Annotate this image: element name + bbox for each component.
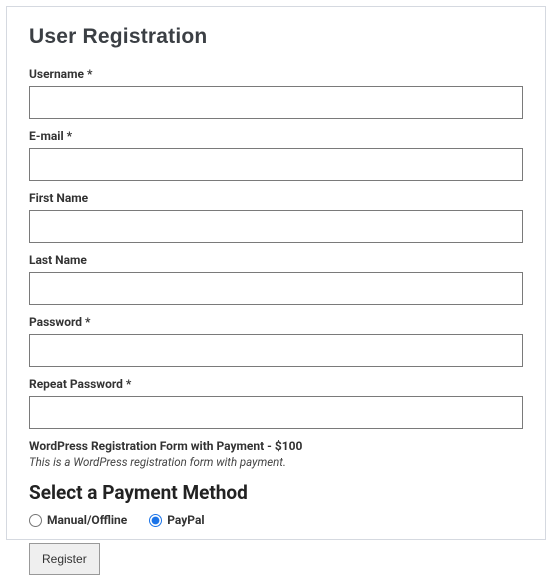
payment-radio-paypal[interactable] bbox=[149, 514, 162, 527]
password-label: Password * bbox=[29, 315, 523, 329]
register-button[interactable]: Register bbox=[29, 543, 100, 575]
email-input[interactable] bbox=[29, 148, 523, 181]
username-input[interactable] bbox=[29, 86, 523, 119]
payment-method-heading: Select a Payment Method bbox=[29, 481, 523, 504]
field-first-name: First Name bbox=[29, 191, 523, 243]
first-name-label: First Name bbox=[29, 191, 523, 205]
payment-description: This is a WordPress registration form wi… bbox=[29, 455, 523, 469]
field-email: E-mail * bbox=[29, 129, 523, 181]
field-repeat-password: Repeat Password * bbox=[29, 377, 523, 429]
payment-product-line: WordPress Registration Form with Payment… bbox=[29, 439, 523, 453]
last-name-label: Last Name bbox=[29, 253, 523, 267]
payment-method-options: Manual/Offline PayPal bbox=[29, 513, 523, 527]
field-last-name: Last Name bbox=[29, 253, 523, 305]
payment-paypal-label: PayPal bbox=[167, 513, 204, 527]
payment-option-paypal[interactable]: PayPal bbox=[149, 513, 204, 527]
payment-radio-manual[interactable] bbox=[29, 514, 42, 527]
repeat-password-input[interactable] bbox=[29, 396, 523, 429]
payment-manual-label: Manual/Offline bbox=[47, 513, 127, 527]
field-username: Username * bbox=[29, 67, 523, 119]
password-input[interactable] bbox=[29, 334, 523, 367]
field-password: Password * bbox=[29, 315, 523, 367]
first-name-input[interactable] bbox=[29, 210, 523, 243]
repeat-password-label: Repeat Password * bbox=[29, 377, 523, 391]
email-label: E-mail * bbox=[29, 129, 523, 143]
username-label: Username * bbox=[29, 67, 523, 81]
last-name-input[interactable] bbox=[29, 272, 523, 305]
page-title: User Registration bbox=[29, 25, 523, 49]
registration-panel: User Registration Username * E-mail * Fi… bbox=[6, 6, 546, 540]
payment-option-manual[interactable]: Manual/Offline bbox=[29, 513, 127, 527]
